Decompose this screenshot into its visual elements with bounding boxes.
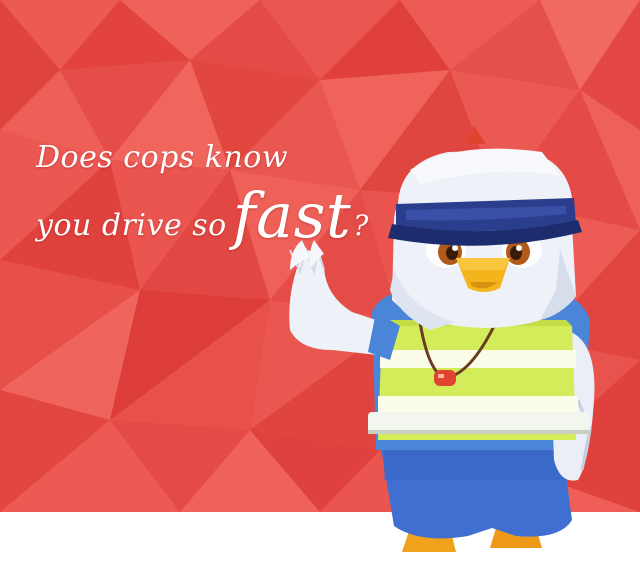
- splash-screen: Does cops know you drive sofast?: [0, 0, 640, 580]
- whistle-icon: [434, 370, 456, 386]
- police-eagle-mascot-icon: [289, 126, 595, 552]
- headline-line-1: Does cops know: [36, 140, 289, 175]
- headline-line-2-prefix: you drive so: [36, 208, 227, 243]
- cap-badge: [464, 126, 486, 144]
- vest-reflective-stripe-bottom: [378, 396, 578, 414]
